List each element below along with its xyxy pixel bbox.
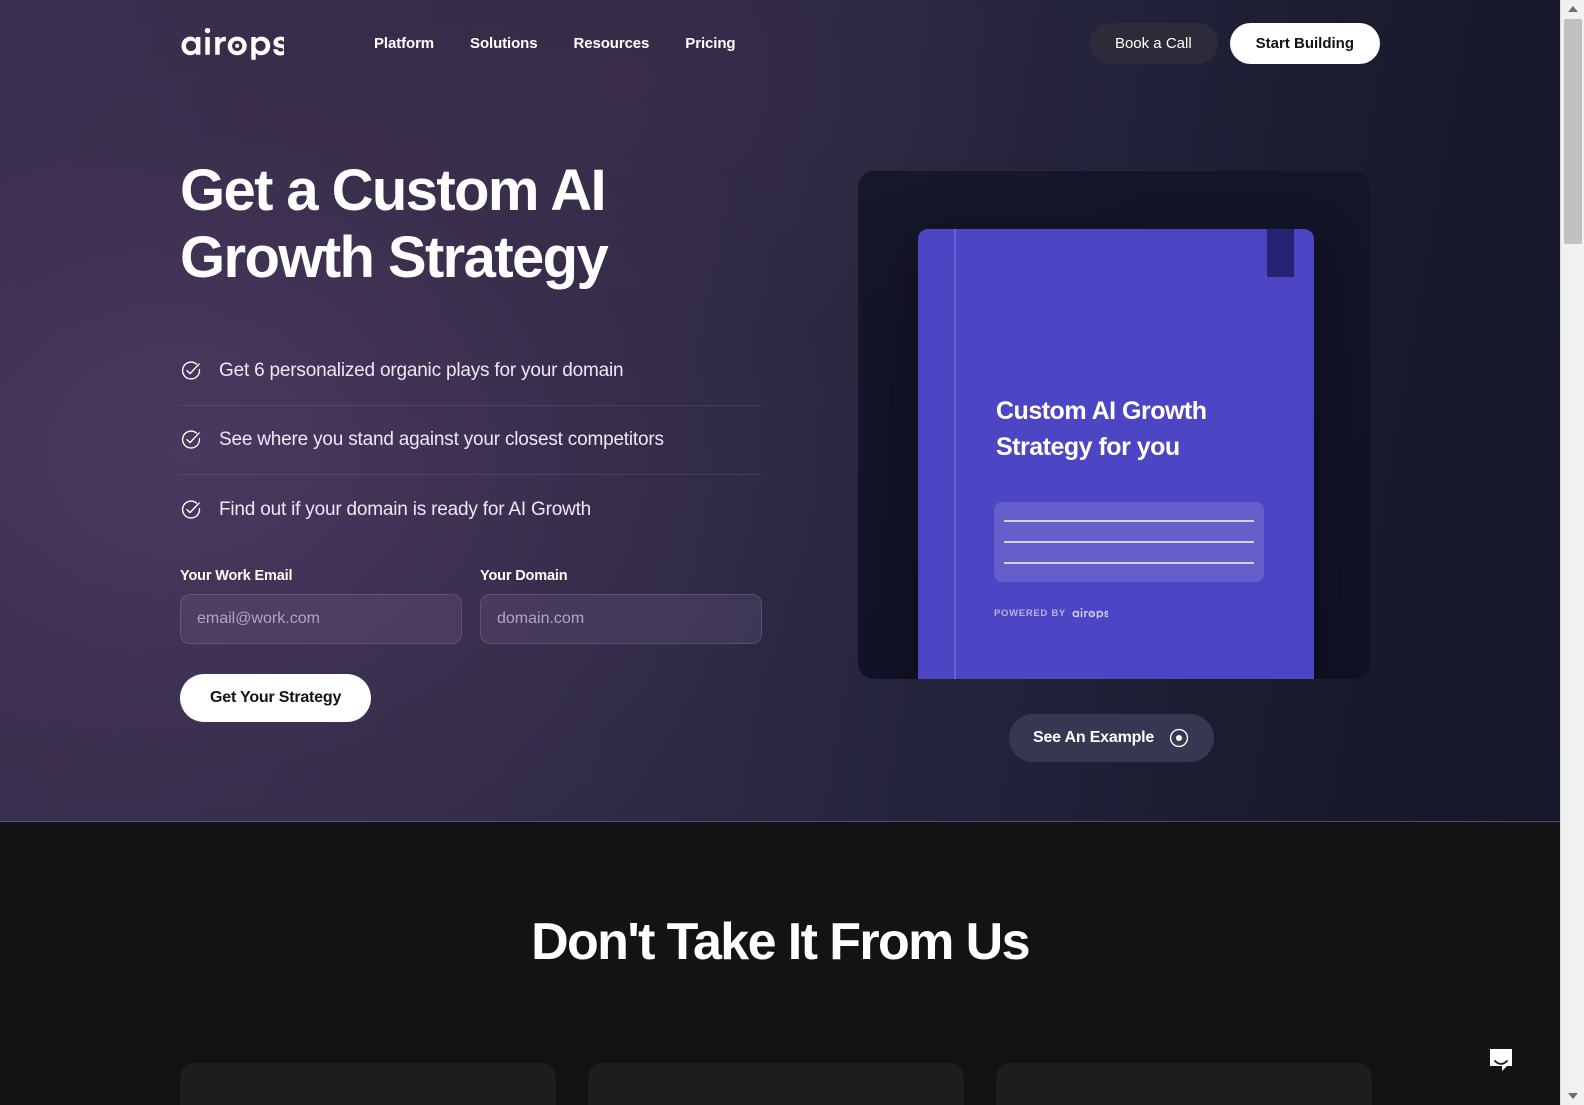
airops-logo[interactable]	[180, 26, 288, 60]
list-item: Find out if your domain is ready for AI …	[180, 475, 762, 544]
scroll-down-arrow-icon	[1568, 1093, 1578, 1099]
hero-content: Get a Custom AI Growth Strategy Get 6 pe…	[180, 158, 780, 723]
list-item-label: Find out if your domain is ready for AI …	[219, 498, 592, 520]
check-circle-icon	[181, 430, 201, 450]
header-actions: Book a Call Start Building	[1088, 22, 1380, 64]
book-a-call-button[interactable]: Book a Call	[1088, 22, 1218, 64]
nav-link-platform[interactable]: Platform	[374, 35, 434, 52]
eye-circle-icon	[1169, 728, 1189, 748]
ebook-title-line-1: Custom AI Growth	[996, 397, 1207, 425]
airops-logo-icon	[181, 27, 288, 60]
page-title: Get a Custom AI Growth Strategy	[180, 158, 780, 291]
nav-link-pricing[interactable]: Pricing	[685, 35, 735, 52]
email-field[interactable]	[180, 594, 462, 645]
site-header: Platform Solutions Resources Pricing Boo…	[0, 0, 1560, 86]
ebook-powered-by-label: POWERED BY	[994, 607, 1066, 619]
ebook-spine	[954, 229, 956, 679]
scrollbar-thumb[interactable]	[1564, 19, 1582, 244]
page-viewport: Platform Solutions Resources Pricing Boo…	[0, 0, 1560, 1105]
lead-capture-form: Your Work Email Your Domain	[180, 568, 780, 645]
airops-logo-icon	[1072, 607, 1108, 619]
ebook-preview: Custom AI Growth Strategy for you POWERE…	[858, 171, 1370, 679]
primary-nav: Platform Solutions Resources Pricing	[374, 35, 736, 52]
testimonial-card[interactable]: Growth	[180, 1063, 556, 1105]
scroll-up-button[interactable]	[1561, 0, 1584, 18]
domain-field[interactable]	[480, 594, 762, 645]
ebook-placeholder-line	[1004, 520, 1254, 522]
chat-widget-button[interactable]	[1488, 1047, 1514, 1073]
hero-section: Platform Solutions Resources Pricing Boo…	[0, 0, 1560, 822]
ebook-placeholder-line	[1004, 541, 1254, 543]
start-building-button[interactable]: Start Building	[1229, 22, 1380, 64]
domain-field-label: Your Domain	[480, 568, 568, 585]
ebook-title: Custom AI Growth Strategy for you	[996, 394, 1256, 465]
ebook-placeholder-block	[994, 502, 1264, 582]
list-item-label: See where you stand against your closest…	[219, 429, 664, 451]
check-circle-icon	[181, 500, 201, 519]
testimonial-card[interactable]: STATSIG	[588, 1063, 964, 1105]
ebook-powered-by: POWERED BY	[994, 607, 1108, 619]
section-title: Don't Take It From Us	[531, 913, 1030, 971]
ebook-title-line-2: Strategy for you	[996, 432, 1180, 461]
list-item: See where you stand against your closest…	[180, 406, 762, 476]
scroll-up-arrow-icon	[1568, 6, 1578, 12]
list-item: Get 6 personalized organic plays for you…	[180, 337, 762, 407]
ebook-cover: Custom AI Growth Strategy for you POWERE…	[918, 229, 1314, 679]
get-your-strategy-button[interactable]: Get Your Strategy	[180, 674, 372, 723]
page-root: Platform Solutions Resources Pricing Boo…	[0, 0, 1584, 1105]
ebook-bookmark	[1267, 229, 1294, 277]
scroll-down-button[interactable]	[1561, 1087, 1584, 1105]
domain-field-group: Your Domain	[480, 568, 762, 645]
testimonial-cards: Growth STATSIG	[180, 1063, 1372, 1105]
see-an-example-button[interactable]: See An Example	[1009, 714, 1215, 762]
chat-bubble-icon	[1490, 1049, 1512, 1071]
nav-link-resources[interactable]: Resources	[573, 35, 649, 52]
testimonial-card[interactable]: GRAPHITE	[996, 1063, 1372, 1105]
headline-line-2: Growth Strategy	[180, 224, 609, 290]
check-circle-icon	[181, 361, 201, 381]
vertical-scrollbar[interactable]	[1560, 0, 1584, 1105]
headline-line-1: Get a Custom AI	[180, 158, 607, 223]
testimonials-section: Don't Take It From Us Growth	[0, 822, 1560, 1105]
list-item-label: Get 6 personalized organic plays for you…	[219, 360, 624, 382]
nav-link-solutions[interactable]: Solutions	[470, 35, 538, 52]
ebook-placeholder-line	[1004, 562, 1254, 564]
email-field-group: Your Work Email	[180, 568, 462, 645]
see-an-example-label: See An Example	[1033, 729, 1155, 746]
benefits-list: Get 6 personalized organic plays for you…	[180, 337, 762, 544]
email-field-label: Your Work Email	[180, 568, 293, 585]
